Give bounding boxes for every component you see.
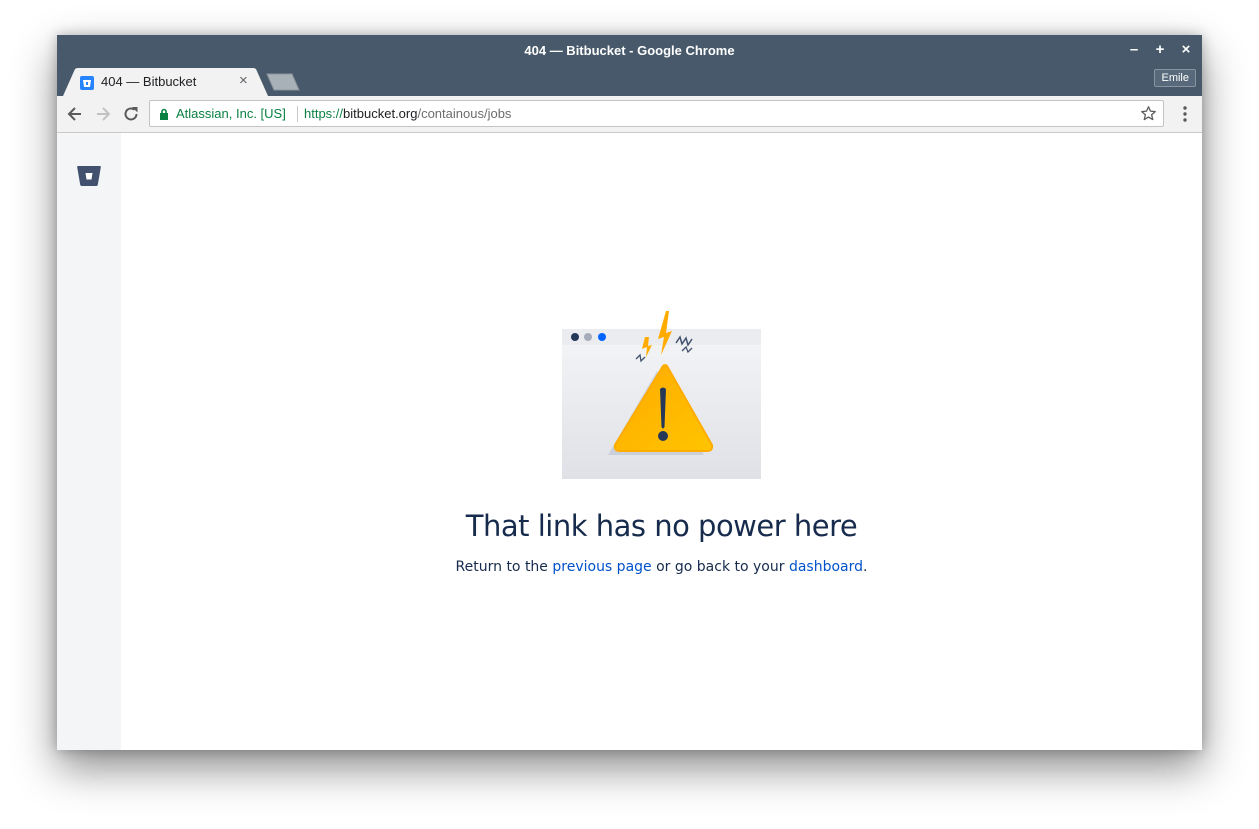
browser-toolbar: Atlassian, Inc. [US] https://bitbucket.o…: [57, 96, 1202, 133]
lock-icon: [160, 108, 168, 120]
message-prefix: Return to the: [455, 559, 553, 575]
bitbucket-logo-icon[interactable]: [77, 165, 101, 187]
previous-page-link[interactable]: previous page: [552, 559, 651, 575]
sidebar: [57, 133, 121, 750]
url-path: /containous/jobs: [417, 106, 512, 121]
maximize-button[interactable]: +: [1152, 41, 1168, 59]
window-dot-dark: [571, 333, 579, 341]
tab-close-icon[interactable]: ×: [239, 72, 248, 90]
close-window-button[interactable]: ×: [1178, 41, 1194, 59]
browser-window: 404 — Bitbucket - Google Chrome – + × Em…: [57, 35, 1202, 750]
kebab-menu-icon[interactable]: [1178, 104, 1192, 124]
window-dot-blue: [598, 333, 606, 341]
title-bar: 404 — Bitbucket - Google Chrome – + × Em…: [57, 35, 1202, 96]
page-content: That link has no power here Return to th…: [57, 133, 1202, 750]
bitbucket-favicon-icon: [80, 76, 94, 95]
message-middle: or go back to your: [651, 559, 789, 575]
dashboard-link[interactable]: dashboard: [789, 559, 863, 575]
new-tab-button[interactable]: [266, 73, 300, 91]
omnibox-divider: [297, 106, 298, 122]
profile-button[interactable]: Emile: [1154, 69, 1196, 87]
url-host: bitbucket.org: [343, 106, 418, 121]
exclamation-dot: [658, 431, 668, 441]
message-suffix: .: [863, 559, 868, 575]
arrow-right-icon[interactable]: [93, 104, 113, 124]
url-text[interactable]: https://bitbucket.org/containous/jobs: [304, 106, 511, 121]
window-title: 404 — Bitbucket - Google Chrome: [524, 43, 735, 58]
reload-icon[interactable]: [121, 104, 141, 124]
tab-title: 404 — Bitbucket: [101, 74, 197, 89]
arrow-left-icon[interactable]: [65, 104, 85, 124]
warning-illustration: [562, 311, 761, 479]
window-dot-grey: [584, 333, 592, 341]
security-indicator[interactable]: Atlassian, Inc. [US]: [176, 106, 286, 121]
address-bar[interactable]: Atlassian, Inc. [US] https://bitbucket.o…: [149, 100, 1164, 127]
minimize-button[interactable]: –: [1126, 41, 1142, 59]
page-title: That link has no power here: [465, 509, 858, 543]
error-message: Return to the previous page or go back t…: [121, 559, 1202, 575]
tab-bitbucket[interactable]: 404 — Bitbucket ×: [63, 68, 268, 96]
url-scheme: https://: [304, 106, 344, 121]
star-icon[interactable]: [1140, 105, 1157, 122]
